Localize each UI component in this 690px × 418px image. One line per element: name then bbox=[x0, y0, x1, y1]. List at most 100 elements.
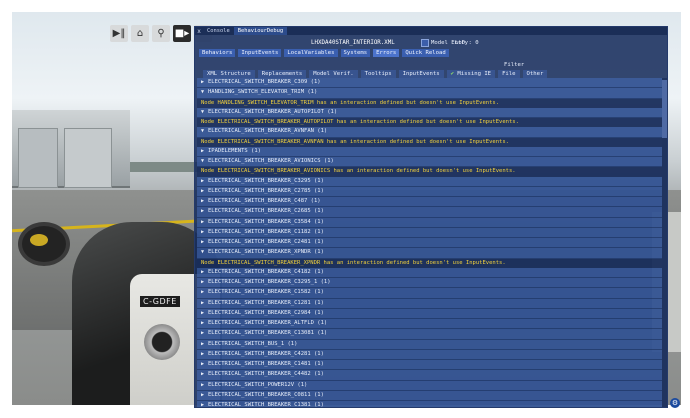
tree-node[interactable]: ▶ ELECTRICAL_SWITCH_BREAKER_C3584 (1) bbox=[197, 217, 663, 228]
filter-replacements[interactable]: Replacements bbox=[257, 70, 307, 78]
collapse-arrow-icon[interactable]: ▶ bbox=[197, 360, 208, 369]
menu-behaviors[interactable]: Behaviors bbox=[199, 49, 236, 57]
collapse-arrow-icon[interactable]: ▶ bbox=[197, 197, 208, 206]
collapse-arrow-icon[interactable]: ▶ bbox=[197, 228, 208, 237]
tree-node[interactable]: ▶ ELECTRICAL_SWITCH_BUS_1 (1) bbox=[197, 339, 663, 350]
tree-node[interactable]: ▶ ELECTRICAL_SWITCH_BREAKER_C2785 (1) bbox=[197, 186, 663, 197]
filter-other[interactable]: Other bbox=[522, 70, 548, 78]
collapse-arrow-icon[interactable]: ▶ bbox=[197, 218, 208, 227]
tree-node[interactable]: ▶ ELECTRICAL_SWITCH_BREAKER_C3295_1 (1) bbox=[197, 278, 663, 289]
collapse-arrow-icon[interactable]: ▶ bbox=[197, 329, 208, 338]
menu-errors[interactable]: Errors bbox=[373, 49, 400, 57]
expand-arrow-icon[interactable]: ▼ bbox=[197, 127, 208, 136]
settings-gear-icon[interactable]: ⚙ bbox=[670, 398, 680, 408]
filter-file[interactable]: File bbox=[498, 70, 520, 78]
collapse-arrow-icon[interactable]: ▶ bbox=[197, 350, 208, 359]
tree-node[interactable]: ▼ ELECTRICAL_SWITCH_BREAKER_XPNDR (1) bbox=[197, 248, 663, 259]
hangar-door bbox=[18, 128, 58, 188]
tree-node[interactable]: ▶ ELECTRICAL_SWITCH_BREAKER_C1582 (1) bbox=[197, 288, 663, 299]
collapse-arrow-icon[interactable]: ▶ bbox=[197, 278, 208, 287]
menu-systems[interactable]: Systems bbox=[340, 49, 371, 57]
expand-arrow-icon[interactable]: ▼ bbox=[197, 108, 208, 117]
tree-node[interactable]: ▶ ELECTRICAL_SWITCH_BREAKER_C13081 (1) bbox=[197, 329, 663, 340]
node-label: ELECTRICAL_SWITCH_BREAKER_AUTOPILOT (1) bbox=[208, 108, 338, 115]
collapse-arrow-icon[interactable]: ▶ bbox=[197, 268, 208, 277]
tree-node[interactable]: ▶ IPADELEMENTS (1) bbox=[197, 146, 663, 157]
tree-node[interactable]: ▶ ELECTRICAL_SWITCH_BREAKER_C2984 (1) bbox=[197, 308, 663, 319]
filter-tooltips[interactable]: Tooltips bbox=[360, 70, 396, 78]
play-pause-icon[interactable]: ▶‖ bbox=[110, 25, 128, 42]
wheel-hub bbox=[30, 234, 48, 246]
collapse-arrow-icon[interactable]: ▶ bbox=[197, 370, 208, 379]
tree-node[interactable]: ▶ ELECTRICAL_SWITCH_BREAKER_C3295 (1) bbox=[197, 176, 663, 187]
model-entry-checkbox[interactable] bbox=[421, 39, 429, 47]
tree-node[interactable]: ▼ ELECTRICAL_SWITCH_BREAKER_AUTOPILOT (1) bbox=[197, 107, 663, 118]
tree-node[interactable]: ▶ ELECTRICAL_SWITCH_BREAKER_C487 (1) bbox=[197, 197, 663, 208]
scrollbar[interactable] bbox=[662, 78, 667, 407]
expand-arrow-icon[interactable]: ▼ bbox=[197, 88, 208, 97]
tree-node[interactable]: ▶ ELECTRICAL_SWITCH_BREAKER_C1381 (1) bbox=[197, 401, 663, 407]
menu-quick-reload[interactable]: Quick Reload bbox=[402, 49, 449, 57]
collapse-arrow-icon[interactable]: ▶ bbox=[197, 340, 208, 349]
lod-readout: LoD : 0 bbox=[455, 40, 479, 46]
node-label: ELECTRICAL_SWITCH_BREAKER_C487 (1) bbox=[208, 198, 321, 204]
node-label: ELECTRICAL_SWITCH_BREAKER_ALTFLD (1) bbox=[208, 320, 328, 326]
tree-node[interactable]: ▶ ELECTRICAL_SWITCH_BREAKER_C1281 (1) bbox=[197, 298, 663, 309]
collapse-arrow-icon[interactable]: ▶ bbox=[197, 147, 208, 156]
tree-node[interactable]: ▶ ELECTRICAL_SWITCH_BREAKER_C2481 (1) bbox=[197, 238, 663, 249]
node-label: ELECTRICAL_SWITCH_POWER12V (1) bbox=[208, 381, 308, 388]
camera-cycle-icon[interactable]: ⌂ bbox=[131, 25, 149, 42]
tree-node[interactable]: ▶ ELECTRICAL_SWITCH_BREAKER_C309 (1) bbox=[197, 78, 663, 89]
tree-node[interactable]: ▶ ELECTRICAL_SWITCH_BREAKER_C1481 (1) bbox=[197, 360, 663, 371]
collapse-arrow-icon[interactable]: ▶ bbox=[197, 319, 208, 328]
filter-xml-structure[interactable]: XML Structure bbox=[203, 70, 255, 78]
collapse-arrow-icon[interactable]: ▶ bbox=[197, 207, 208, 216]
node-label: ELECTRICAL_SWITCH_BREAKER_AVNFAN (1) bbox=[208, 128, 328, 135]
node-label: HANDLING_SWITCH_ELEVATOR_TRIM (1) bbox=[208, 89, 318, 96]
filter-missing-ie[interactable]: Missing IE bbox=[446, 70, 496, 78]
window-titlebar[interactable]: x Console BehaviourDebug bbox=[195, 27, 667, 35]
menu-inputevents[interactable]: InputEvents bbox=[238, 49, 282, 57]
cockpit-knob[interactable] bbox=[144, 324, 180, 360]
collapse-arrow-icon[interactable]: ▶ bbox=[197, 391, 208, 400]
expand-arrow-icon[interactable]: ▼ bbox=[197, 157, 208, 166]
collapse-arrow-icon[interactable]: ▶ bbox=[197, 187, 208, 196]
collapse-arrow-icon[interactable]: ▶ bbox=[197, 238, 208, 247]
tab-console[interactable]: Console bbox=[203, 27, 234, 35]
node-label: ELECTRICAL_SWITCH_BREAKER_C1481 (1) bbox=[208, 361, 324, 367]
tree-node[interactable]: ▶ ELECTRICAL_SWITCH_BREAKER_C0811 (1) bbox=[197, 390, 663, 401]
collapse-arrow-icon[interactable]: ▶ bbox=[197, 381, 208, 390]
tree-node[interactable]: ▶ ELECTRICAL_SWITCH_POWER12V (1) bbox=[197, 380, 663, 391]
collapse-arrow-icon[interactable]: ▶ bbox=[197, 288, 208, 297]
tree-node[interactable]: ▶ ELECTRICAL_SWITCH_BREAKER_C2685 (1) bbox=[197, 207, 663, 218]
expand-arrow-icon[interactable]: ▼ bbox=[197, 248, 208, 257]
filter-inputevents[interactable]: InputEvents bbox=[398, 70, 444, 78]
video-camera-icon[interactable]: ■▸ bbox=[173, 25, 191, 42]
scrollbar-thumb[interactable] bbox=[662, 80, 667, 138]
node-label: ELECTRICAL_SWITCH_BREAKER_C4182 (1) bbox=[208, 268, 324, 275]
tree-node[interactable]: ▶ ELECTRICAL_SWITCH_BREAKER_C4281 (1) bbox=[197, 349, 663, 360]
menu-localvariables[interactable]: LocalVariables bbox=[284, 49, 338, 57]
collapse-arrow-icon[interactable]: ▶ bbox=[197, 177, 208, 186]
filter-model-verif-[interactable]: Model Verif. bbox=[309, 70, 358, 78]
node-label: ELECTRICAL_SWITCH_BREAKER_C2984 (1) bbox=[208, 309, 324, 316]
collapse-arrow-icon[interactable]: ▶ bbox=[197, 309, 208, 318]
collapse-arrow-icon[interactable]: ▶ bbox=[197, 401, 208, 407]
spotlight-icon[interactable]: ⚲ bbox=[152, 25, 170, 42]
collapse-arrow-icon[interactable]: ▶ bbox=[197, 299, 208, 308]
tree-node[interactable]: ▼ ELECTRICAL_SWITCH_BREAKER_AVIONICS (1) bbox=[197, 157, 663, 168]
tree-node[interactable]: ▼ ELECTRICAL_SWITCH_BREAKER_AVNFAN (1) bbox=[197, 127, 663, 138]
close-icon[interactable]: x bbox=[195, 28, 203, 35]
node-label: ELECTRICAL_SWITCH_BREAKER_C2481 (1) bbox=[208, 239, 324, 245]
tree-node[interactable]: ▶ ELECTRICAL_SWITCH_BREAKER_C4182 (1) bbox=[197, 267, 663, 278]
warning-text: Node ELECTRICAL_SWITCH_BREAKER_AUTOPILOT… bbox=[201, 119, 519, 125]
tree-node[interactable]: ▶ ELECTRICAL_SWITCH_BREAKER_ALTFLD (1) bbox=[197, 319, 663, 330]
tab-behaviourdebug[interactable]: BehaviourDebug bbox=[233, 27, 288, 35]
node-label: ELECTRICAL_SWITCH_BREAKER_AVIONICS (1) bbox=[208, 158, 334, 164]
tree-node[interactable]: ▶ ELECTRICAL_SWITCH_BREAKER_C4482 (1) bbox=[197, 370, 663, 381]
tree-node[interactable]: ▼ HANDLING_SWITCH_ELEVATOR_TRIM (1) bbox=[197, 88, 663, 99]
node-label: ELECTRICAL_SWITCH_BREAKER_C4482 (1) bbox=[208, 371, 324, 378]
collapse-arrow-icon[interactable]: ▶ bbox=[197, 78, 208, 87]
tree-node[interactable]: ▶ ELECTRICAL_SWITCH_BREAKER_C1182 (1) bbox=[197, 227, 663, 238]
behaviour-debug-window: x Console BehaviourDebug LHXDA40STAR_INT… bbox=[194, 26, 668, 408]
